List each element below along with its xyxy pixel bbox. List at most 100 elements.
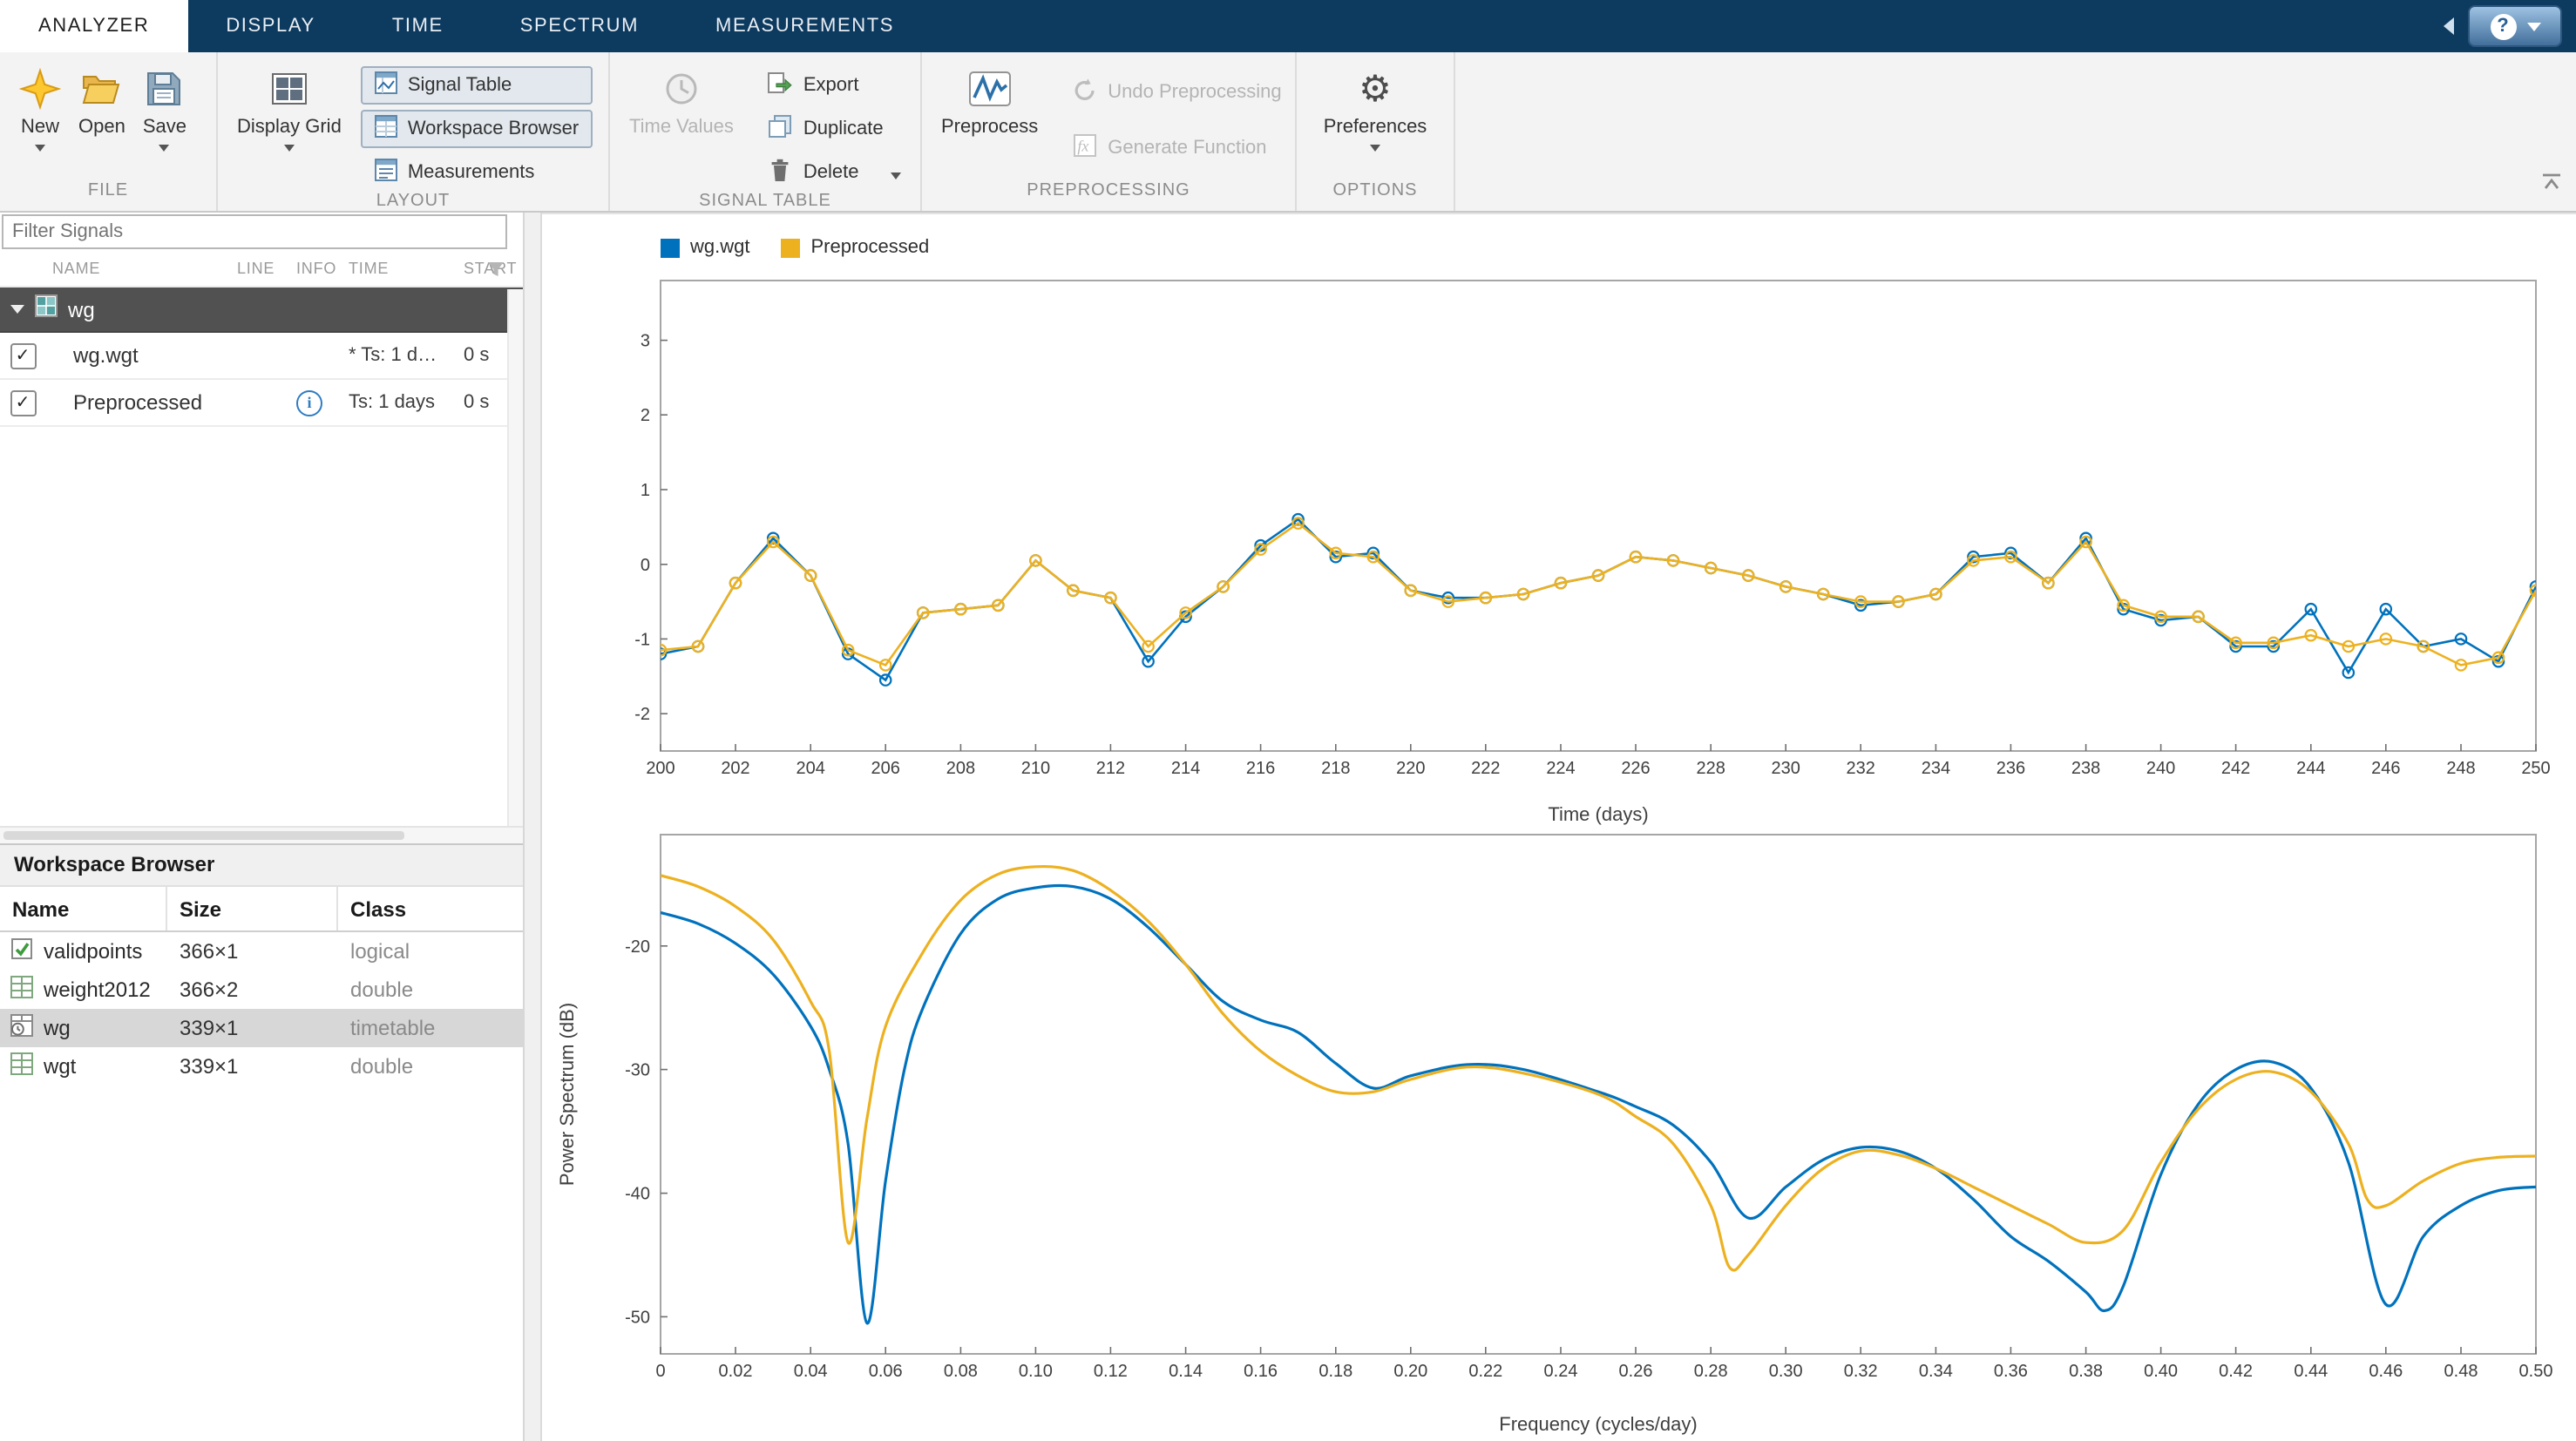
signal-checkbox[interactable]: ✓ xyxy=(10,389,36,416)
logical-icon xyxy=(10,937,33,965)
collapse-left-icon[interactable] xyxy=(2444,17,2454,35)
svg-text:220: 220 xyxy=(1396,759,1425,778)
svg-text:0.16: 0.16 xyxy=(1244,1362,1278,1381)
svg-text:222: 222 xyxy=(1471,759,1500,778)
spectrum-plot[interactable]: 00.020.040.060.080.100.120.140.160.180.2… xyxy=(549,828,2564,1438)
workspace-row-validpoints[interactable]: validpoints 366×1 logical xyxy=(0,932,523,971)
svg-text:200: 200 xyxy=(646,759,675,778)
signal-checkbox[interactable]: ✓ xyxy=(10,342,36,369)
svg-text:Time (days): Time (days) xyxy=(1548,803,1648,825)
svg-text:0.06: 0.06 xyxy=(869,1362,903,1381)
ws-column-size: Size xyxy=(167,887,338,930)
tab-display[interactable]: DISPLAY xyxy=(187,0,354,52)
save-floppy-icon xyxy=(144,64,186,113)
svg-text:0.26: 0.26 xyxy=(1619,1362,1653,1381)
save-button[interactable]: Save xyxy=(134,58,195,181)
time-values-clock-icon xyxy=(661,64,702,113)
delete-trash-icon xyxy=(767,157,793,188)
signal-table-hscrollbar[interactable] xyxy=(0,826,523,843)
signal-row-wgwgt[interactable]: ✓ wg.wgt * Ts: 1 d… 0 s xyxy=(0,333,523,380)
svg-text:0.22: 0.22 xyxy=(1468,1362,1502,1381)
tab-spectrum[interactable]: SPECTRUM xyxy=(482,0,677,52)
signal-table-icon xyxy=(375,71,397,99)
tab-analyzer[interactable]: ANALYZER xyxy=(0,0,187,52)
svg-text:-20: -20 xyxy=(625,937,650,957)
section-label-layout: LAYOUT xyxy=(218,192,608,211)
preferences-button[interactable]: ⚙ Preferences xyxy=(1315,58,1436,181)
signal-table-toggle[interactable]: Signal Table xyxy=(361,66,593,105)
legend-item-wgwgt[interactable]: wg.wgt xyxy=(661,237,750,258)
preprocess-button[interactable]: Preprocess xyxy=(932,58,1047,181)
delete-dropdown-caret[interactable] xyxy=(890,173,900,179)
section-label-preprocessing: PREPROCESSING xyxy=(922,181,1295,211)
svg-text:246: 246 xyxy=(2371,759,2400,778)
svg-text:0: 0 xyxy=(641,556,650,575)
workspace-row-wgt[interactable]: wgt 339×1 double xyxy=(0,1047,523,1086)
filter-signals-input[interactable] xyxy=(2,214,507,249)
signal-group-row[interactable]: wg xyxy=(0,288,523,333)
signal-table-vscrollbar[interactable] xyxy=(507,289,523,826)
svg-text:-2: -2 xyxy=(634,705,650,724)
info-icon[interactable]: i xyxy=(296,389,322,416)
group-name: wg xyxy=(68,297,95,321)
svg-text:Power Spectrum (dB): Power Spectrum (dB) xyxy=(556,1003,578,1186)
workspace-browser-toggle[interactable]: Workspace Browser xyxy=(361,110,593,148)
svg-text:218: 218 xyxy=(1321,759,1350,778)
column-name: NAME xyxy=(45,260,237,277)
column-line: LINE xyxy=(237,260,296,277)
generate-function-button: fx Generate Function xyxy=(1057,128,1295,166)
svg-text:2: 2 xyxy=(641,406,650,425)
help-button[interactable]: ? xyxy=(2468,5,2562,47)
signal-name: wg.wgt xyxy=(45,343,237,368)
collapse-ribbon-button[interactable] xyxy=(2541,169,2562,200)
tab-measurements[interactable]: MEASUREMENTS xyxy=(677,0,932,52)
workspace-row-weight2012[interactable]: weight2012 366×2 double xyxy=(0,971,523,1009)
delete-button[interactable]: Delete xyxy=(753,153,915,192)
group-expand-icon[interactable] xyxy=(10,305,24,314)
ribbon-section-signal-table: Time Values Export Duplicate xyxy=(610,52,922,211)
svg-text:248: 248 xyxy=(2446,759,2475,778)
panel-splitter[interactable] xyxy=(525,213,542,1441)
svg-text:204: 204 xyxy=(797,759,825,778)
svg-text:226: 226 xyxy=(1621,759,1650,778)
duplicate-button[interactable]: Duplicate xyxy=(753,110,915,148)
column-time: TIME xyxy=(349,260,464,277)
svg-text:216: 216 xyxy=(1246,759,1275,778)
workspace-row-wg[interactable]: wg 339×1 timetable xyxy=(0,1009,523,1047)
display-grid-icon xyxy=(268,64,310,113)
svg-text:210: 210 xyxy=(1021,759,1050,778)
display-grid-button[interactable]: Display Grid xyxy=(228,58,350,192)
new-button[interactable]: New xyxy=(10,58,70,181)
svg-text:0.24: 0.24 xyxy=(1544,1362,1578,1381)
legend-item-preprocessed[interactable]: Preprocessed xyxy=(782,237,930,258)
svg-text:230: 230 xyxy=(1772,759,1800,778)
signal-name: Preprocessed xyxy=(45,390,237,415)
legend-swatch-orange xyxy=(782,238,801,257)
filter-funnel-icon[interactable] xyxy=(486,260,505,282)
ribbon-section-preprocessing: Preprocess Undo Preprocessing fx Generat… xyxy=(922,52,1297,211)
undo-preprocessing-button: Undo Preprocessing xyxy=(1057,72,1295,111)
matrix-icon xyxy=(10,1052,33,1080)
preferences-caret xyxy=(1370,145,1380,152)
svg-text:0.50: 0.50 xyxy=(2519,1362,2553,1381)
svg-text:0: 0 xyxy=(655,1362,665,1381)
export-button[interactable]: Export xyxy=(753,66,915,105)
svg-text:208: 208 xyxy=(946,759,975,778)
time-plot[interactable]: 2002022042062082102122142162182202222242… xyxy=(549,267,2564,828)
svg-text:238: 238 xyxy=(2071,759,2100,778)
svg-text:0.12: 0.12 xyxy=(1094,1362,1128,1381)
svg-text:-50: -50 xyxy=(625,1308,650,1327)
signal-row-preprocessed[interactable]: ✓ Preprocessed i Ts: 1 days 0 s xyxy=(0,380,523,427)
ws-column-class: Class xyxy=(338,887,523,930)
display-area: wg.wgt Preprocessed 20020220420620821021… xyxy=(542,213,2576,1441)
signal-group-icon xyxy=(35,294,58,325)
svg-text:0.38: 0.38 xyxy=(2069,1362,2103,1381)
new-icon xyxy=(19,64,61,113)
measurements-toggle[interactable]: Measurements xyxy=(361,153,593,192)
tab-time[interactable]: TIME xyxy=(354,0,482,52)
svg-text:0.28: 0.28 xyxy=(1694,1362,1728,1381)
column-info: INFO xyxy=(296,260,349,277)
open-button[interactable]: Open xyxy=(70,58,134,181)
svg-text:202: 202 xyxy=(721,759,749,778)
chevron-down-icon xyxy=(2526,22,2540,30)
